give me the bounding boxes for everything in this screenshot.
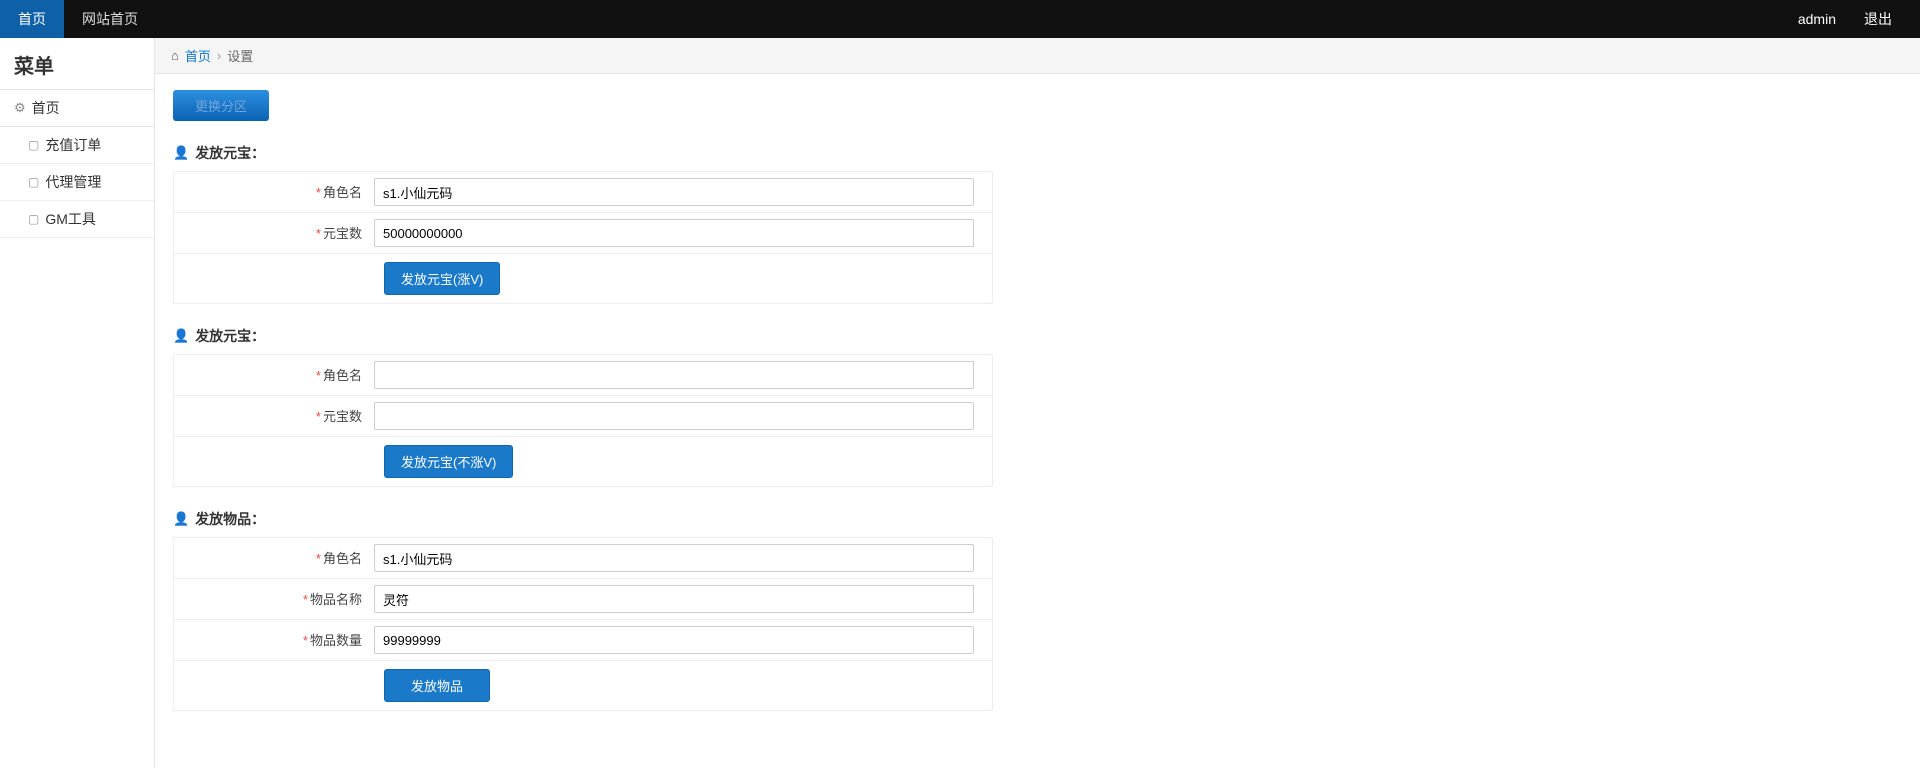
person-icon: 👤 [173, 328, 189, 344]
breadcrumb-separator: › [217, 48, 221, 63]
person-icon: 👤 [173, 511, 189, 527]
input-role-name[interactable] [374, 544, 974, 572]
label-yuanbao-amount: *元宝数 [174, 213, 374, 253]
change-region-button[interactable]: 更换分区 [173, 90, 269, 121]
label-item-name: *物品名称 [174, 579, 374, 619]
file-icon: ▢ [28, 212, 39, 226]
sidebar: 菜单 ⚙ 首页 ▢ 充值订单 ▢ 代理管理 ▢ GM工具 [0, 38, 155, 768]
sidebar-item-label: 代理管理 [45, 172, 101, 192]
sidebar-item-gm-tools[interactable]: ▢ GM工具 [0, 201, 154, 238]
sidebar-title: 菜单 [0, 38, 154, 89]
sidebar-item-label: 充值订单 [45, 135, 101, 155]
input-role-name[interactable] [374, 178, 974, 206]
current-user[interactable]: admin [1798, 11, 1836, 27]
label-item-qty: *物品数量 [174, 620, 374, 660]
breadcrumb-home-link[interactable]: 首页 [185, 46, 211, 65]
sidebar-panel-label: 首页 [32, 98, 60, 118]
label-yuanbao-amount: *元宝数 [174, 396, 374, 436]
sidebar-item-agent-manage[interactable]: ▢ 代理管理 [0, 164, 154, 201]
file-icon: ▢ [28, 175, 39, 189]
person-icon: 👤 [173, 145, 189, 161]
main: ⌂ 首页 › 设置 更换分区 👤 发放元宝： *角色名 *元宝数 [155, 38, 1920, 768]
topbar-right: admin 退出 [1798, 0, 1920, 38]
section-title: 👤 发放物品： [173, 509, 1902, 529]
input-yuanbao-amount[interactable] [374, 219, 974, 247]
tab-site-home[interactable]: 网站首页 [64, 0, 156, 38]
gear-icon: ⚙ [14, 100, 26, 116]
file-icon: ▢ [28, 138, 39, 152]
section-title-text: 发放元宝： [195, 326, 265, 346]
breadcrumb-current: 设置 [227, 46, 253, 65]
logout-link[interactable]: 退出 [1864, 9, 1892, 29]
topbar-tabs: 首页 网站首页 [0, 0, 156, 38]
section-title-text: 发放元宝： [195, 143, 265, 163]
section-grant-yuanbao-novip: 👤 发放元宝： *角色名 *元宝数 发放元宝(不涨V) [173, 326, 1902, 487]
grant-yuanbao-vip-button[interactable]: 发放元宝(涨V) [384, 262, 500, 295]
sidebar-item-recharge-orders[interactable]: ▢ 充值订单 [0, 127, 154, 164]
input-item-qty[interactable] [374, 626, 974, 654]
input-yuanbao-amount[interactable] [374, 402, 974, 430]
sidebar-panel-home[interactable]: ⚙ 首页 [0, 90, 154, 127]
section-grant-yuanbao-vip: 👤 发放元宝： *角色名 *元宝数 发放元宝(涨V) [173, 143, 1902, 304]
input-item-name[interactable] [374, 585, 974, 613]
label-role-name: *角色名 [174, 355, 374, 395]
grant-item-button[interactable]: 发放物品 [384, 669, 490, 702]
input-role-name[interactable] [374, 361, 974, 389]
section-title: 👤 发放元宝： [173, 326, 1902, 346]
section-title-text: 发放物品： [195, 509, 265, 529]
section-grant-item: 👤 发放物品： *角色名 *物品名称 *物品数量 [173, 509, 1902, 711]
grant-yuanbao-novip-button[interactable]: 发放元宝(不涨V) [384, 445, 513, 478]
section-title: 👤 发放元宝： [173, 143, 1902, 163]
topbar: 首页 网站首页 admin 退出 [0, 0, 1920, 38]
tab-home[interactable]: 首页 [0, 0, 64, 38]
label-role-name: *角色名 [174, 538, 374, 578]
sidebar-item-label: GM工具 [45, 209, 96, 229]
home-icon: ⌂ [171, 48, 179, 63]
breadcrumb: ⌂ 首页 › 设置 [155, 38, 1920, 74]
label-role-name: *角色名 [174, 172, 374, 212]
